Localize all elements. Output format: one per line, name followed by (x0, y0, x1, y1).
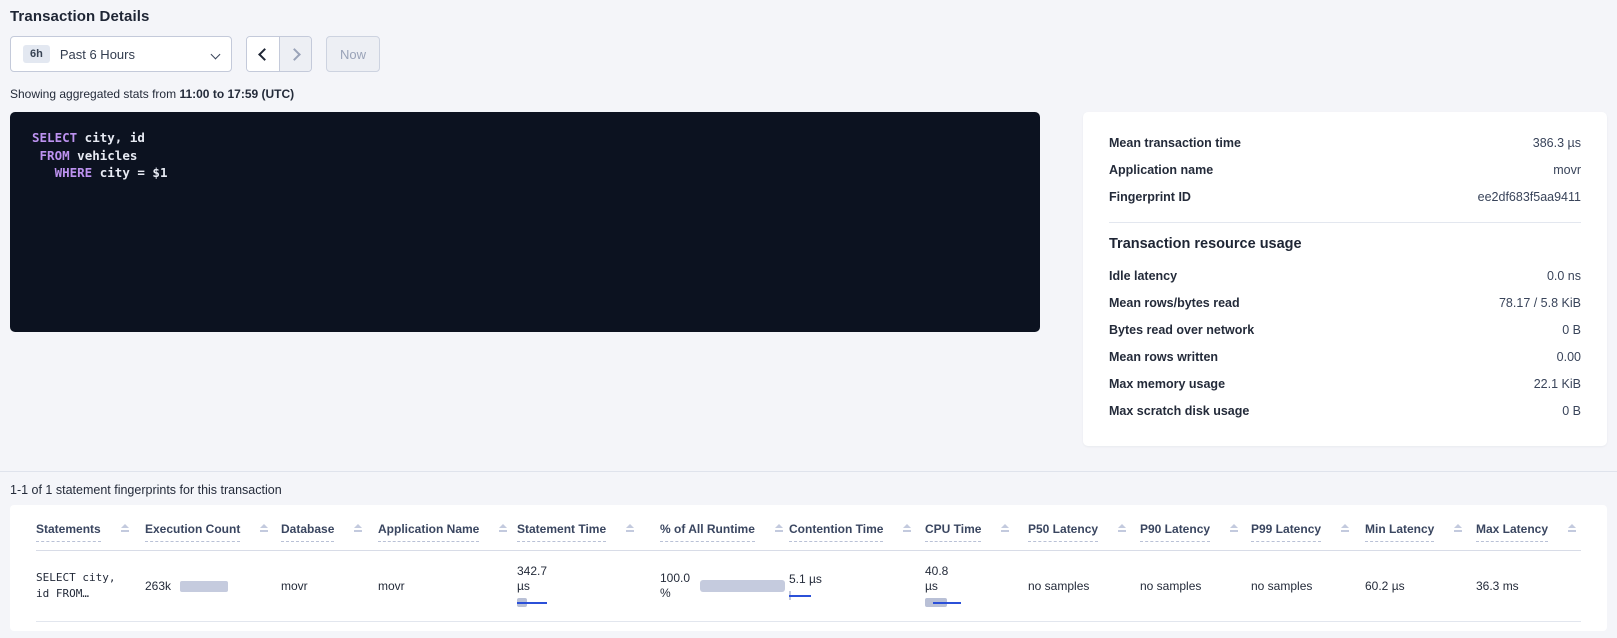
sort-icon (121, 524, 129, 532)
execution-count-bar (180, 581, 228, 592)
card-divider (1109, 222, 1581, 223)
percent-runtime-bar (700, 580, 785, 592)
time-range-dropdown[interactable]: 6h Past 6 Hours (10, 36, 232, 72)
sort-icon (903, 524, 911, 532)
sort-icon (1230, 524, 1238, 532)
column-header-percent-of-all-runtime[interactable]: % of All Runtime (660, 522, 789, 542)
application-name-cell: movr (378, 579, 517, 593)
min-latency-cell: 60.2 µs (1365, 579, 1476, 593)
column-header-p99-latency[interactable]: P99 Latency (1251, 522, 1365, 542)
sort-icon (260, 524, 268, 532)
sql-statement-box: SELECT city, id FROM vehicles WHERE city… (10, 112, 1040, 332)
column-header-statements[interactable]: Statements (36, 522, 145, 542)
column-header-p90-latency[interactable]: P90 Latency (1140, 522, 1251, 542)
time-nav-group (246, 36, 312, 72)
sort-icon (626, 524, 634, 532)
contention-time-cell: 5.1 µs (789, 572, 925, 600)
page-header: Transaction Details 6h Past 6 Hours Now … (0, 0, 1617, 101)
sort-icon (1001, 524, 1009, 532)
chevron-down-icon (212, 45, 219, 63)
resource-usage-heading: Transaction resource usage (1109, 236, 1581, 252)
sort-icon (354, 524, 362, 532)
stat-row-application-name: Application name movr (1109, 156, 1581, 183)
sql-line: FROM vehicles (32, 147, 1018, 165)
p99-latency-cell: no samples (1251, 579, 1365, 593)
sort-icon (499, 524, 507, 532)
page-title: Transaction Details (10, 8, 1607, 25)
sort-icon (1454, 524, 1462, 532)
sql-line: SELECT city, id (32, 129, 1018, 147)
aggregated-stats-caption: Showing aggregated stats from 11:00 to 1… (10, 87, 1607, 101)
chevron-right-icon (288, 48, 301, 61)
column-header-database[interactable]: Database (281, 522, 378, 542)
percent-runtime-cell: 100.0 % (660, 571, 789, 601)
stat-row-max-scratch-disk-usage: Max scratch disk usage 0 B (1109, 397, 1581, 424)
column-header-max-latency[interactable]: Max Latency (1476, 522, 1581, 542)
statements-table: Statements Execution Count Database Appl… (10, 505, 1607, 631)
time-range-badge: 6h (23, 45, 50, 63)
transaction-summary-card: Mean transaction time 386.3 µs Applicati… (1083, 112, 1607, 446)
column-header-cpu-time[interactable]: CPU Time (925, 522, 1028, 542)
execution-count-cell: 263k (145, 579, 281, 593)
database-cell: movr (281, 579, 378, 593)
statements-summary: 1-1 of 1 statement fingerprints for this… (10, 483, 1607, 497)
stat-row-idle-latency: Idle latency 0.0 ns (1109, 262, 1581, 289)
main-content: SELECT city, id FROM vehicles WHERE city… (10, 112, 1607, 446)
column-header-min-latency[interactable]: Min Latency (1365, 522, 1476, 542)
column-header-contention-time[interactable]: Contention Time (789, 522, 925, 542)
sort-icon (775, 524, 783, 532)
contention-time-bar (789, 591, 813, 600)
statement-link[interactable]: SELECT city, id FROM… (36, 570, 145, 602)
previous-time-button[interactable] (247, 37, 279, 71)
p90-latency-cell: no samples (1140, 579, 1251, 593)
stat-row-mean-transaction-time: Mean transaction time 386.3 µs (1109, 129, 1581, 156)
stat-row-mean-rows-written: Mean rows written 0.00 (1109, 343, 1581, 370)
time-range-label: Past 6 Hours (60, 47, 135, 62)
chevron-left-icon (258, 48, 271, 61)
statement-time-bar (517, 598, 565, 608)
column-header-statement-time[interactable]: Statement Time (517, 522, 660, 542)
now-button[interactable]: Now (326, 36, 380, 72)
caption-prefix: Showing aggregated stats from (10, 87, 176, 101)
stat-row-bytes-read-over-network: Bytes read over network 0 B (1109, 316, 1581, 343)
sort-icon (1341, 524, 1349, 532)
column-header-application-name[interactable]: Application Name (378, 522, 517, 542)
sort-icon (1118, 524, 1126, 532)
table-row: SELECT city, id FROM… 263k movr movr 342… (36, 551, 1581, 622)
time-picker-row: 6h Past 6 Hours Now (10, 36, 1607, 72)
section-divider (0, 471, 1617, 472)
caption-range: 11:00 to 17:59 (UTC) (179, 87, 294, 101)
max-latency-cell: 36.3 ms (1476, 579, 1581, 593)
column-header-p50-latency[interactable]: P50 Latency (1028, 522, 1140, 542)
stat-row-fingerprint-id: Fingerprint ID ee2df683f5aa9411 (1109, 183, 1581, 210)
next-time-button[interactable] (279, 37, 311, 71)
stat-row-mean-rows-bytes-read: Mean rows/bytes read 78.17 / 5.8 KiB (1109, 289, 1581, 316)
table-header-row: Statements Execution Count Database Appl… (36, 505, 1581, 551)
cpu-time-bar (925, 598, 965, 608)
p50-latency-cell: no samples (1028, 579, 1140, 593)
statement-time-cell: 342.7 µs (517, 564, 660, 608)
cpu-time-cell: 40.8 µs (925, 564, 1028, 608)
sql-line: WHERE city = $1 (32, 164, 1018, 182)
sort-icon (1568, 524, 1576, 532)
column-header-execution-count[interactable]: Execution Count (145, 522, 281, 542)
stat-row-max-memory-usage: Max memory usage 22.1 KiB (1109, 370, 1581, 397)
